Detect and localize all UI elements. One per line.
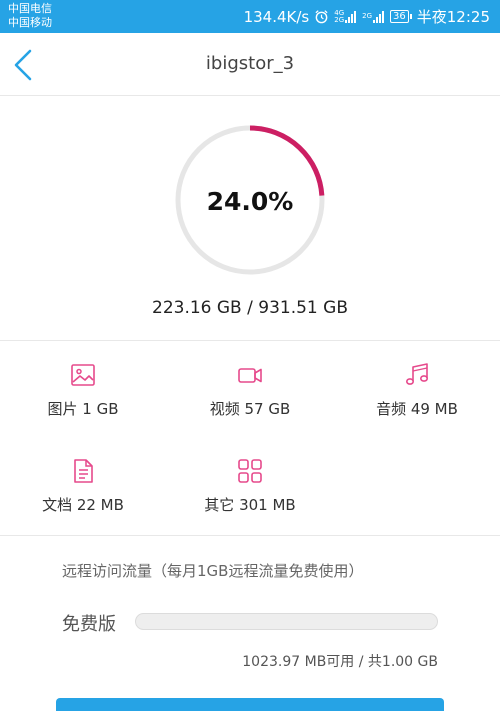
header: ibigstor_3 (0, 33, 500, 96)
video-icon (238, 368, 262, 383)
category-label: 其它 301 MB (204, 496, 296, 514)
net-tag-2: 2G (362, 12, 373, 20)
carrier-2: 中国移动 (8, 16, 52, 29)
net-tag-bottom: 2G (334, 15, 345, 24)
battery-level: 36 (390, 10, 409, 23)
document-icon (74, 459, 93, 483)
network-speed: 134.4K/s (243, 7, 310, 26)
traffic-progress-bar (135, 613, 438, 630)
category-videos[interactable]: 视频 57 GB (180, 361, 320, 419)
divider (0, 340, 500, 341)
category-other[interactable]: 其它 301 MB (180, 457, 320, 515)
category-documents[interactable]: 文档 22 MB (13, 457, 153, 515)
clock: 半夜12:25 (416, 8, 490, 26)
battery-icon: 36 (390, 10, 412, 23)
carrier-1: 中国电信 (8, 2, 52, 15)
page-title: ibigstor_3 (205, 53, 295, 74)
image-icon (71, 364, 95, 386)
storage-usage: 223.16 GB / 931.51 GB (152, 298, 348, 318)
signal-2g-icon: 2G (362, 10, 385, 23)
status-bar: 中国电信 中国移动 134.4K/s 4G 2G 2G 36 半夜12:25 (0, 0, 500, 33)
storage-ring: 24.0% (173, 123, 327, 277)
category-label: 音频 49 MB (376, 400, 458, 418)
grid-icon (238, 459, 262, 483)
status-indicators: 134.4K/s 4G 2G 2G 36 半夜12:25 (239, 0, 490, 33)
alarm-icon (315, 10, 328, 24)
music-icon (405, 363, 428, 385)
divider (0, 535, 500, 536)
category-label: 文档 22 MB (42, 496, 124, 514)
traffic-remaining: 1023.97 MB可用 / 共1.00 GB (242, 654, 438, 670)
plan-name: 免费版 (62, 614, 116, 635)
carrier-info: 中国电信 中国移动 (8, 2, 52, 30)
remote-traffic-title: 远程访问流量（每月1GB远程流量免费使用） (62, 562, 364, 580)
category-images[interactable]: 图片 1 GB (13, 361, 153, 419)
signal-4g-icon: 4G 2G (334, 9, 357, 24)
category-label: 视频 57 GB (209, 400, 291, 418)
bottom-action-button[interactable] (56, 698, 444, 711)
storage-percent: 24.0% (206, 187, 294, 216)
category-label: 图片 1 GB (47, 400, 119, 418)
category-audio[interactable]: 音频 49 MB (347, 361, 487, 419)
